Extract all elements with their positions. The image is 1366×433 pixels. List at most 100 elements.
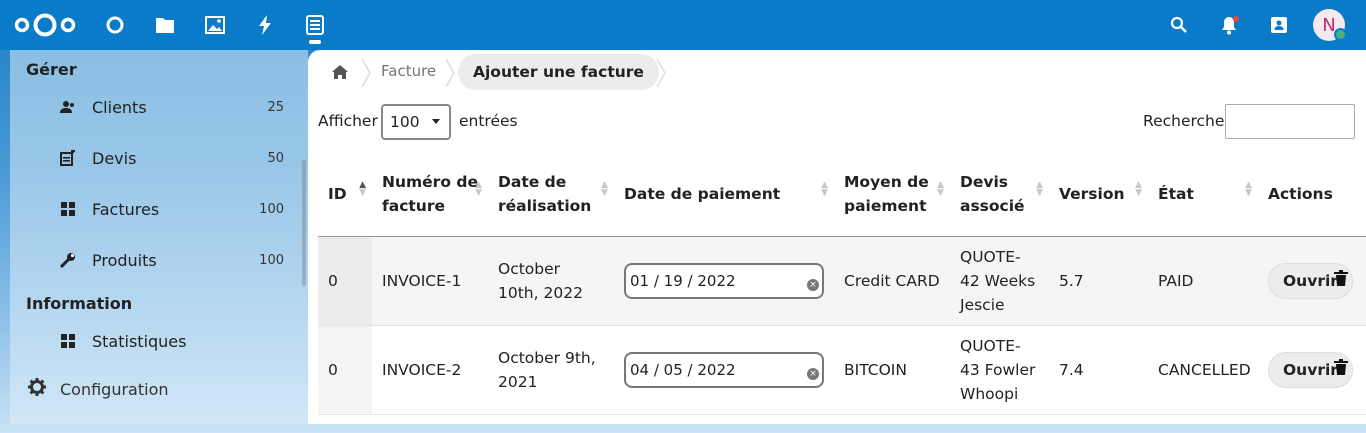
sort-icon: ▲ ▼ xyxy=(1036,180,1043,198)
statistics-icon xyxy=(60,333,76,349)
quotes-icon xyxy=(60,150,76,166)
column-header-label: Date de réalisation xyxy=(498,172,592,215)
sidebar-item-quotes[interactable]: Devis 50 xyxy=(60,138,290,178)
column-header-label: Moyen de paiement xyxy=(844,172,929,215)
clients-icon xyxy=(60,99,76,115)
breadcrumb-current[interactable]: Ajouter une facture xyxy=(458,54,659,90)
search-label: Recherche xyxy=(1143,112,1225,130)
cell-pay-date: 01 / 19 / 2022 × xyxy=(614,236,834,326)
cell-number: INVOICE-2 xyxy=(372,325,488,415)
sidebar-item-statistics[interactable]: Statistiques xyxy=(60,321,290,361)
sort-icon: ▲ ▼ xyxy=(1245,180,1252,198)
column-header-version[interactable]: Version ▲ ▼ xyxy=(1049,150,1148,237)
settings-label: Configuration xyxy=(60,379,169,399)
cell-pay-date: 04 / 05 / 2022 × xyxy=(614,325,834,415)
cell-id: 0 xyxy=(318,236,372,326)
sort-icon: ▲ ▼ xyxy=(475,180,482,198)
column-header-done-date[interactable]: Date de réalisation ▲ ▼ xyxy=(488,150,614,237)
payment-date-input[interactable]: 04 / 05 / 2022 × xyxy=(624,351,824,388)
column-header-label: ID xyxy=(328,184,347,203)
sort-icon: ▲ ▼ xyxy=(359,180,366,198)
cell-done-date: October 9th, 2021 xyxy=(488,325,614,415)
cell-done-date: October 10th, 2022 xyxy=(488,236,614,326)
invoices-app-icon[interactable] xyxy=(303,13,327,37)
column-header-label: Version xyxy=(1059,184,1125,203)
cell-quote: QUOTE-42 Weeks Jescie xyxy=(950,236,1049,326)
notification-badge xyxy=(1233,16,1239,22)
cell-id: 0 xyxy=(318,325,372,415)
column-header-number[interactable]: Numéro de facture ▲ ▼ xyxy=(372,150,488,237)
sidebar-item-products[interactable]: Produits 100 xyxy=(60,240,290,280)
column-header-label: Date de paiement xyxy=(624,184,781,203)
activity-icon[interactable] xyxy=(253,13,277,37)
sort-icon: ▲ ▼ xyxy=(601,180,608,198)
breadcrumb-separator-icon xyxy=(445,58,455,88)
sidebar-item-count: 100 xyxy=(259,252,284,268)
sidebar-item-label: Devis xyxy=(92,148,137,168)
sidebar-item-label: Clients xyxy=(92,97,147,117)
clear-icon[interactable]: × xyxy=(807,278,819,291)
entries-label: entrées xyxy=(459,112,518,130)
column-header-id[interactable]: ID ▲ ▼ xyxy=(318,150,372,237)
sidebar-heading-manage: Gérer xyxy=(26,60,77,79)
column-header-quote[interactable]: Devis associé ▲ ▼ xyxy=(950,150,1049,237)
logo-icon[interactable] xyxy=(14,12,76,38)
dashboard-icon[interactable] xyxy=(103,13,127,37)
sidebar-item-invoices[interactable]: Factures 100 xyxy=(60,189,290,229)
column-header-actions: Actions xyxy=(1258,150,1366,237)
column-header-label: État xyxy=(1158,184,1194,203)
table-header-row: ID ▲ ▼ Numéro de facture ▲ ▼ Date de réalisa… xyxy=(318,150,1366,237)
table-row: 0 INVOICE-2 October 9th, 2021 04 / 05 / … xyxy=(318,325,1366,415)
contacts-icon[interactable] xyxy=(1267,13,1291,37)
cell-state: CANCELLED xyxy=(1148,325,1258,415)
sidebar-item-label: Statistiques xyxy=(92,331,187,351)
cell-pay-method: Credit CARD xyxy=(834,236,950,326)
column-header-label: Devis associé xyxy=(960,172,1025,215)
sidebar-item-count: 25 xyxy=(267,99,284,115)
settings-button[interactable]: Configuration xyxy=(28,378,169,400)
cell-quote: QUOTE-43 Fowler Whoopi xyxy=(950,325,1049,415)
breadcrumb-facture[interactable]: Facture xyxy=(381,62,436,80)
sidebar-scrollbar[interactable] xyxy=(302,160,306,286)
sort-icon: ▲ ▼ xyxy=(821,180,828,198)
trash-icon[interactable] xyxy=(1334,358,1348,375)
home-icon[interactable] xyxy=(332,64,348,84)
sidebar-heading-information: Information xyxy=(26,294,133,313)
breadcrumb-separator-icon xyxy=(361,58,371,88)
cell-number: INVOICE-1 xyxy=(372,236,488,326)
sidebar-item-count: 100 xyxy=(259,201,284,217)
active-app-indicator xyxy=(309,40,321,44)
products-icon xyxy=(60,252,76,268)
invoices-table: ID ▲ ▼ Numéro de facture ▲ ▼ Date de réalisa… xyxy=(318,150,1366,415)
breadcrumb-separator-icon xyxy=(656,58,666,88)
column-header-pay-date[interactable]: Date de paiement ▲ ▼ xyxy=(614,150,834,237)
cell-state: PAID xyxy=(1148,236,1258,326)
clear-icon[interactable]: × xyxy=(807,367,819,380)
page-size-select[interactable]: 100 xyxy=(381,104,451,140)
cell-version: 5.7 xyxy=(1049,236,1148,326)
payment-date-value: 04 / 05 / 2022 xyxy=(630,360,736,379)
column-header-pay-method[interactable]: Moyen de paiement ▲ ▼ xyxy=(834,150,950,237)
column-header-state[interactable]: État ▲ ▼ xyxy=(1148,150,1258,237)
sidebar-item-clients[interactable]: Clients 25 xyxy=(60,87,290,127)
top-header: N xyxy=(0,0,1366,50)
invoices-icon xyxy=(60,201,76,217)
sort-icon: ▲ ▼ xyxy=(1135,180,1142,198)
sidebar-item-label: Factures xyxy=(92,199,160,219)
files-icon[interactable] xyxy=(153,13,177,37)
cell-actions: Ouvrir xyxy=(1258,236,1366,326)
sidebar-item-label: Produits xyxy=(92,250,157,270)
gear-icon xyxy=(28,378,46,400)
show-entries-label: Afficher xyxy=(318,112,378,130)
cell-actions: Ouvrir xyxy=(1258,325,1366,415)
page-size-value: 100 xyxy=(390,113,420,131)
search-icon[interactable] xyxy=(1167,13,1191,37)
trash-icon[interactable] xyxy=(1334,269,1348,286)
chevron-down-icon xyxy=(432,119,440,124)
online-status-icon xyxy=(1334,28,1347,41)
search-input[interactable] xyxy=(1225,104,1355,139)
main-content: Facture Ajouter une facture Afficher 100… xyxy=(308,50,1366,424)
photos-icon[interactable] xyxy=(203,13,227,37)
payment-date-input[interactable]: 01 / 19 / 2022 × xyxy=(624,262,824,299)
sort-icon: ▲ ▼ xyxy=(937,180,944,198)
